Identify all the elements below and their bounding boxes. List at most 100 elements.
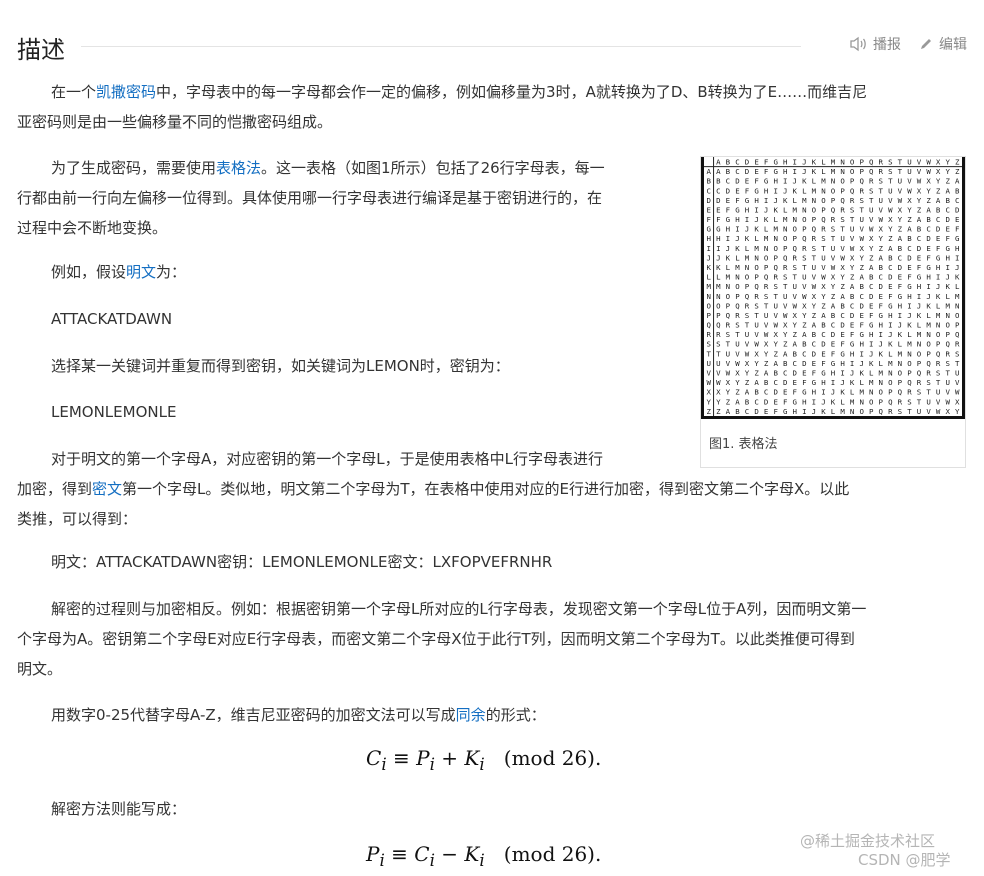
- formula-c2-sub: i: [429, 851, 435, 870]
- tabula-cell: U: [945, 378, 949, 387]
- play-button[interactable]: 播报: [849, 34, 901, 54]
- tabula-cell: D: [840, 321, 844, 330]
- tabula-cell: W: [812, 282, 817, 291]
- process-line-3: 类推，可以得到：: [17, 510, 138, 528]
- congruence-link[interactable]: 同余: [456, 706, 486, 724]
- tabula-cell: U: [859, 215, 863, 224]
- tabula-cell: W: [869, 225, 874, 234]
- tabula-cell: C: [754, 397, 758, 406]
- tabula-cell: L: [850, 388, 855, 397]
- plaintext-link[interactable]: 明文: [126, 263, 156, 281]
- tabula-cell: P: [840, 186, 845, 195]
- tabula-header-cell: I: [793, 157, 797, 166]
- tabula-row-key: S: [707, 340, 711, 349]
- tabula-cell: H: [955, 244, 959, 253]
- tabula-cell: Q: [907, 378, 912, 387]
- tabula-cell: C: [879, 273, 883, 282]
- caesar-cipher-link[interactable]: 凯撒密码: [96, 83, 156, 101]
- tabula-row-key: T: [707, 349, 712, 358]
- tabula-cell: B: [754, 388, 759, 397]
- tabula-cell: S: [898, 407, 902, 416]
- tabula-cell: A: [879, 253, 884, 262]
- figure-caption: 图1. 表格法: [709, 437, 778, 452]
- tabula-cell: Z: [821, 301, 826, 310]
- tabula-cell: X: [945, 407, 950, 416]
- tabula-cell: N: [917, 340, 921, 349]
- edit-button[interactable]: 编辑: [919, 34, 967, 54]
- tabula-cell: Q: [859, 177, 864, 186]
- tabula-cell: N: [898, 359, 902, 368]
- tabula-cell: D: [764, 397, 768, 406]
- tabula-cell: J: [936, 282, 940, 291]
- tabula-header-cell: M: [831, 157, 836, 166]
- tabula-cell: V: [735, 349, 740, 358]
- tabula-cell: Z: [955, 167, 960, 176]
- tabula-recta-image[interactable]: ABCDEFGHIJKLMNOPQRSTUVWXYZAABCDEFGHIJKLM…: [701, 157, 965, 419]
- tabula-cell: D: [716, 196, 720, 205]
- tabula-cell: B: [773, 369, 778, 378]
- ciphertext-link[interactable]: 密文: [92, 480, 122, 498]
- tabula-cell: J: [773, 196, 777, 205]
- tabula-cell: Y: [783, 330, 788, 339]
- tabula-cell: H: [821, 378, 825, 387]
- tabula-cell: Q: [879, 407, 884, 416]
- tabula-header-cell: S: [888, 157, 892, 166]
- tabula-cell: E: [869, 301, 873, 310]
- tabula-cell: G: [955, 234, 959, 243]
- tabula-cell: P: [745, 282, 750, 291]
- tabula-cell: M: [888, 359, 893, 368]
- tabula-cell: M: [879, 369, 884, 378]
- tabula-cell: J: [754, 215, 758, 224]
- tabula-cell: Z: [879, 244, 884, 253]
- tabula-cell: H: [859, 340, 863, 349]
- tabula-cell: L: [926, 311, 931, 320]
- tabula-cell: A: [859, 273, 864, 282]
- tabula-cell: U: [802, 273, 806, 282]
- congruence-line: 用数字0-25代替字母A-Z，维吉尼亚密码的加密文法可以写成同余的形式：: [51, 700, 546, 730]
- tabula-cell: L: [840, 397, 845, 406]
- title-divider: [81, 46, 801, 47]
- tabula-cell: Z: [945, 177, 950, 186]
- tabula-cell: F: [859, 321, 864, 330]
- tabula-cell: J: [869, 349, 873, 358]
- tabula-cell: C: [869, 282, 873, 291]
- tabula-cell: P: [936, 340, 941, 349]
- tabula-cell: A: [754, 378, 759, 387]
- tabula-cell: L: [869, 369, 874, 378]
- tabula-cell: W: [936, 407, 941, 416]
- tabula-row-key: H: [707, 234, 711, 243]
- formula-c: C: [366, 746, 382, 770]
- tabula-cell: V: [850, 234, 855, 243]
- tabula-header-cell: J: [802, 157, 806, 166]
- tabula-cell: E: [783, 388, 787, 397]
- tabula-cell: X: [773, 330, 778, 339]
- tabula-cell: T: [745, 321, 750, 330]
- tabula-cell: C: [812, 340, 816, 349]
- tabula-cell: W: [754, 340, 759, 349]
- tabula-cell: D: [821, 340, 825, 349]
- tabula-cell: K: [831, 397, 836, 406]
- tabula-cell: B: [917, 225, 922, 234]
- tabula-row-key: X: [707, 388, 712, 397]
- tabula-cell: X: [831, 273, 836, 282]
- tabula-cell: M: [726, 273, 731, 282]
- tabula-cell: F: [850, 330, 855, 339]
- table-text-b: 。这一表格（如图1所示）包括了26行字母表，每一: [261, 159, 605, 177]
- tabula-cell: P: [783, 244, 788, 253]
- tabula-cell: D: [869, 292, 873, 301]
- tabula-cell: O: [754, 263, 759, 272]
- formula-plus: +: [441, 746, 459, 770]
- tabula-cell: N: [831, 177, 835, 186]
- tabula-cell: E: [821, 349, 825, 358]
- tabula-cell: M: [812, 186, 817, 195]
- tabula-cell: P: [955, 321, 960, 330]
- tabula-cell: D: [945, 215, 949, 224]
- tabula-cell: B: [945, 196, 950, 205]
- tabula-row-key: V: [707, 369, 712, 378]
- tabula-recta-link[interactable]: 表格法: [216, 159, 261, 177]
- tabula-cell: X: [726, 378, 731, 387]
- tabula-cell: E: [879, 292, 883, 301]
- speaker-icon: [849, 36, 867, 52]
- tabula-cell: Y: [821, 292, 826, 301]
- tabula-cell: F: [793, 388, 798, 397]
